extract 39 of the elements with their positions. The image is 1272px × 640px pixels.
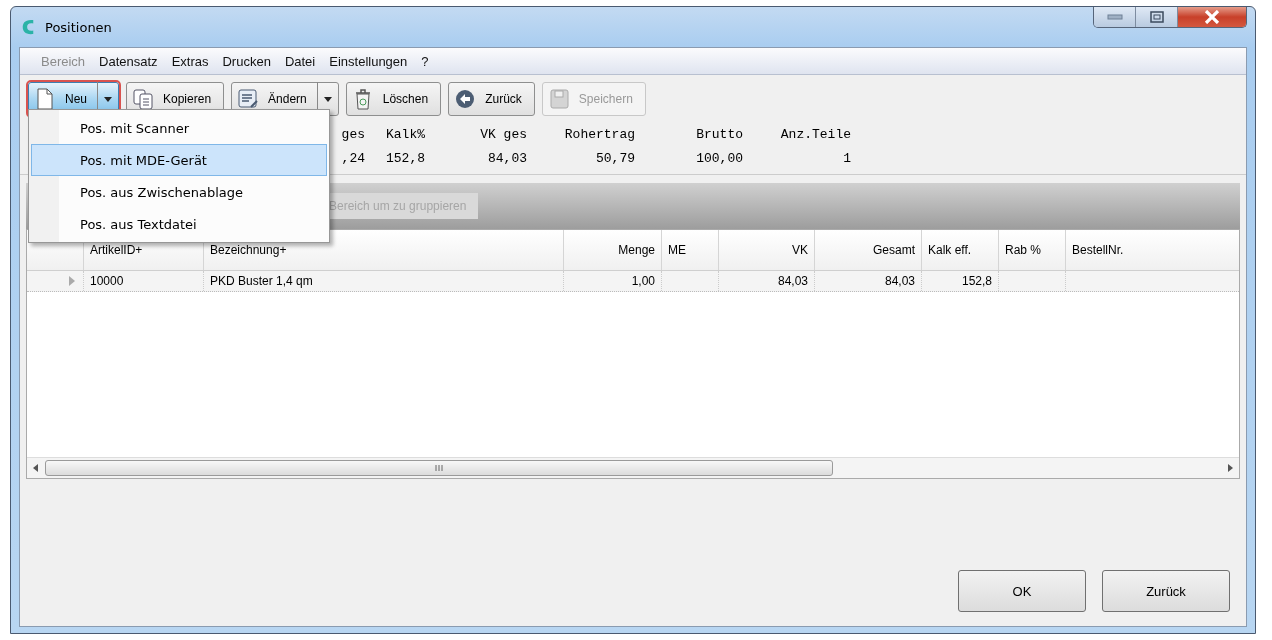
toolbar-button[interactable]: Zurück: [448, 82, 535, 116]
summary-value: ,24: [341, 151, 365, 166]
column-header[interactable]: Gesamt: [814, 230, 921, 270]
table-row[interactable]: 10000 PKD Buster 1,4 qm 1,00 84,03 84,03 152,8: [27, 271, 1239, 292]
summary-label: VK ges: [480, 127, 527, 142]
summary-value: 100,00: [696, 151, 743, 166]
table-cell: 84,03: [718, 271, 814, 291]
column-header[interactable]: Menge: [563, 230, 661, 270]
menu-item[interactable]: Pos. aus Zwischenablage: [31, 176, 327, 208]
toolbar-button[interactable]: Löschen: [345, 82, 442, 116]
column-header[interactable]: Rab %: [998, 230, 1065, 270]
summary-value: 50,79: [596, 151, 635, 166]
table-cell: 1,00: [563, 271, 661, 291]
menu-item[interactable]: Drucken: [215, 53, 278, 69]
summary-value: 152,8: [386, 151, 425, 166]
menu-item[interactable]: ?: [414, 53, 436, 69]
menu-item[interactable]: Pos. mit MDE-Gerät: [31, 144, 327, 176]
column-header[interactable]: Kalk eff.: [921, 230, 998, 270]
menu-item[interactable]: Extras: [164, 53, 216, 69]
dialog-button[interactable]: OK: [958, 570, 1086, 612]
summary-value: 84,03: [488, 151, 527, 166]
column-header[interactable]: BestellNr.: [1065, 230, 1239, 270]
summary-label: Brutto: [696, 127, 743, 142]
column-header[interactable]: VK: [718, 230, 814, 270]
table-cell: 10000: [83, 271, 203, 291]
summary-label: Anz.Teile: [780, 127, 851, 142]
window-title: Positionen: [45, 19, 112, 35]
menu-item[interactable]: Datei: [277, 53, 323, 69]
table-cell: 84,03: [814, 271, 921, 291]
summary-label: Rohertrag: [564, 127, 635, 142]
table-cell: 152,8: [921, 271, 998, 291]
menu-item[interactable]: Einstellungen: [322, 53, 415, 69]
summary-label: ges: [341, 127, 365, 142]
dialog-button[interactable]: Zurück: [1102, 570, 1230, 612]
summary-value: 1: [843, 151, 851, 166]
summary-label: Kalk%: [386, 127, 425, 142]
menu-item[interactable]: Datensatz: [92, 53, 165, 69]
column-header[interactable]: ME: [661, 230, 718, 270]
table-cell: PKD Buster 1,4 qm: [203, 271, 563, 291]
